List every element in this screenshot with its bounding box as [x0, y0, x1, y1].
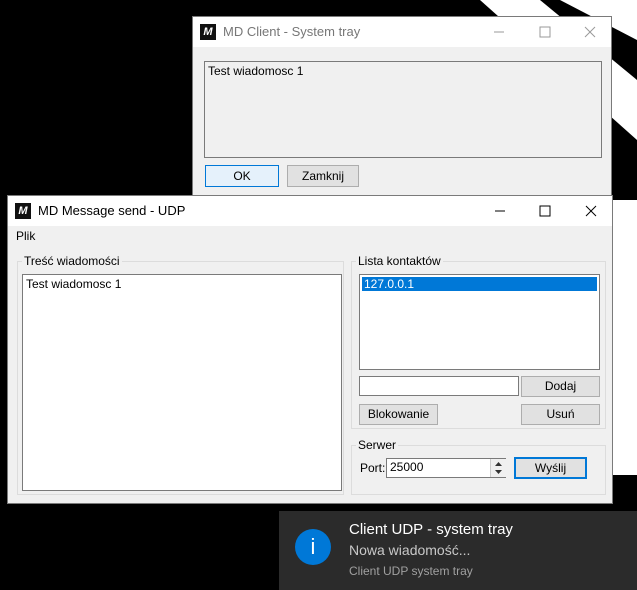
message-groupbox: Treść wiadomości Test wiadomosc 1 [17, 254, 344, 495]
minimize-icon [494, 31, 504, 33]
contact-item[interactable]: 127.0.0.1 [362, 277, 597, 291]
close-button[interactable] [568, 196, 614, 226]
spin-up-icon[interactable] [491, 459, 506, 468]
client-message-box[interactable]: Test wiadomosc 1 [204, 61, 602, 158]
app-logo-icon: M [200, 24, 216, 40]
minimize-button[interactable] [477, 196, 523, 226]
spin-down-icon[interactable] [491, 468, 506, 477]
close-button[interactable] [567, 17, 613, 47]
maximize-button[interactable] [522, 17, 568, 47]
minimize-button[interactable] [476, 17, 522, 47]
notification-toast[interactable]: i Client UDP - system tray Nowa wiadomoś… [279, 511, 637, 590]
port-label: Port: [360, 461, 386, 475]
maximize-icon [539, 26, 551, 38]
port-input[interactable]: 25000 [386, 458, 506, 478]
blokowanie-button[interactable]: Blokowanie [359, 404, 438, 425]
menu-plik[interactable]: Plik [16, 229, 35, 243]
client-titlebar[interactable]: M MD Client - System tray [193, 17, 611, 47]
contacts-listbox[interactable]: 127.0.0.1 [359, 274, 600, 370]
port-spinner[interactable] [490, 459, 506, 477]
send-window: M MD Message send - UDP Plik Treść wiado… [7, 195, 613, 504]
send-titlebar[interactable]: M MD Message send - UDP [8, 196, 612, 226]
maximize-icon [539, 205, 551, 217]
app-logo-icon: M [15, 203, 31, 219]
close-icon [584, 26, 596, 38]
contacts-group-label: Lista kontaktów [356, 254, 443, 268]
usun-button[interactable]: Usuń [521, 404, 600, 425]
message-group-label: Treść wiadomości [22, 254, 122, 268]
client-window: M MD Client - System tray Test wiadomosc… [192, 16, 612, 196]
message-textarea[interactable]: Test wiadomosc 1 [22, 274, 342, 491]
maximize-button[interactable] [522, 196, 568, 226]
server-groupbox: Serwer Port: 25000 Wyślij [351, 438, 606, 495]
server-group-label: Serwer [356, 438, 399, 452]
dodaj-button[interactable]: Dodaj [521, 376, 600, 397]
ok-button[interactable]: OK [205, 165, 279, 187]
new-contact-input[interactable] [359, 376, 519, 396]
info-icon: i [295, 529, 331, 565]
send-window-title: MD Message send - UDP [38, 203, 186, 218]
notification-source: Client UDP system tray [349, 564, 473, 578]
zamknij-button[interactable]: Zamknij [287, 165, 359, 187]
close-icon [585, 205, 597, 217]
menu-bar: Plik [8, 226, 612, 246]
contacts-groupbox: Lista kontaktów 127.0.0.1 Dodaj Blokowan… [351, 254, 606, 429]
client-window-title: MD Client - System tray [223, 24, 361, 39]
minimize-icon [495, 210, 505, 212]
wyslij-button[interactable]: Wyślij [514, 457, 587, 479]
notification-body: Nowa wiadomość... [349, 542, 471, 558]
notification-title: Client UDP - system tray [349, 521, 513, 538]
